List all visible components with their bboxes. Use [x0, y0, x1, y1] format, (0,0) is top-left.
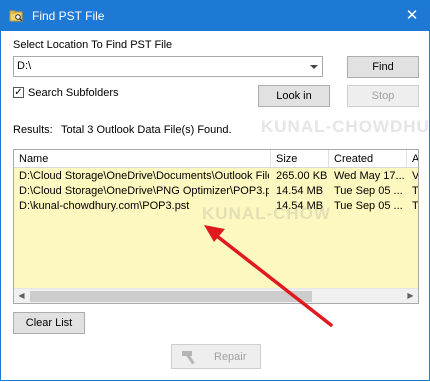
scroll-left-icon[interactable]: ◀	[14, 289, 29, 303]
location-value: D:\	[17, 60, 32, 72]
table-body: D:\Cloud Storage\OneDrive\Documents\Outl…	[14, 168, 418, 289]
search-subfolders-checkbox[interactable]: ✓	[13, 87, 24, 98]
repair-label: Repair	[214, 351, 247, 363]
results-table[interactable]: Name Size Created A D:\Cloud Storage\One…	[13, 149, 419, 304]
column-header-created[interactable]: Created	[329, 150, 407, 168]
find-button[interactable]: Find	[347, 56, 419, 78]
column-header-accessed[interactable]: A	[407, 150, 418, 168]
location-combobox[interactable]: D:\	[13, 56, 323, 77]
watermark: KUNAL-CHOWDHURY	[261, 117, 430, 136]
row-created: Tue Sep 05 ...	[334, 200, 403, 212]
search-subfolders-label[interactable]: Search Subfolders	[28, 87, 119, 99]
horizontal-scrollbar[interactable]: ◀ ▶	[14, 288, 418, 303]
row-name: D:\Cloud Storage\OneDrive\PNG Optimizer\…	[19, 185, 269, 197]
column-header-size[interactable]: Size	[271, 150, 329, 168]
results-label: Results:	[13, 124, 53, 136]
folder-search-icon	[9, 10, 23, 22]
row-accessed: T	[412, 185, 419, 197]
table-row[interactable]: D:\Cloud Storage\OneDrive\PNG Optimizer\…	[14, 184, 418, 199]
title-bar: Find PST File ✕	[1, 1, 429, 31]
row-size: 14.54 MB	[276, 185, 324, 197]
scroll-right-icon[interactable]: ▶	[403, 289, 418, 303]
scrollbar-thumb[interactable]	[30, 291, 312, 302]
row-created: Wed May 17...	[334, 170, 405, 182]
row-accessed: T	[412, 200, 419, 212]
hammer-icon	[182, 351, 195, 365]
location-label: Select Location To Find PST File	[13, 39, 173, 51]
row-accessed: V	[412, 170, 419, 182]
window-title: Find PST File	[32, 9, 105, 23]
column-header-name[interactable]: Name	[14, 150, 271, 168]
find-pst-dialog: Find PST File ✕ Select Location To Find …	[0, 0, 430, 381]
clear-list-button[interactable]: Clear List	[13, 312, 85, 334]
look-in-button[interactable]: Look in	[258, 85, 330, 107]
chevron-down-icon[interactable]	[310, 65, 318, 69]
repair-button[interactable]: Repair	[171, 344, 261, 369]
stop-button[interactable]: Stop	[347, 85, 419, 107]
row-created: Tue Sep 05 ...	[334, 185, 403, 197]
row-name: D:\Cloud Storage\OneDrive\Documents\Outl…	[19, 170, 269, 182]
row-size: 265.00 KB	[276, 170, 328, 182]
table-row[interactable]: D:\Cloud Storage\OneDrive\Documents\Outl…	[14, 169, 418, 184]
watermark: KUNAL-CHOW	[202, 204, 331, 223]
results-summary: Total 3 Outlook Data File(s) Found.	[61, 124, 232, 136]
table-header: Name Size Created A	[14, 150, 418, 168]
close-button[interactable]: ✕	[401, 6, 423, 26]
